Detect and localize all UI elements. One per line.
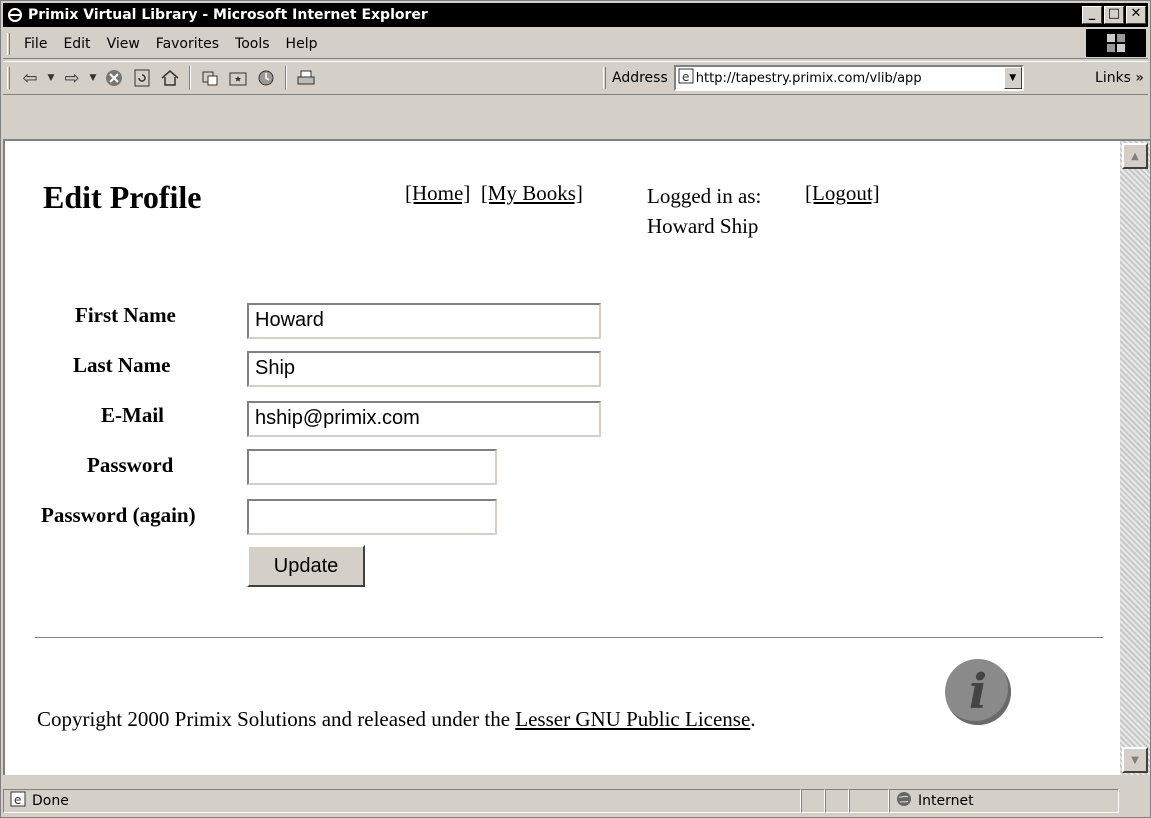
print-icon[interactable] <box>292 65 320 91</box>
favorites-icon[interactable] <box>224 65 252 91</box>
nav-links: [Home] [My Books] <box>405 181 583 206</box>
email-input[interactable]: hship@primix.com <box>247 401 601 437</box>
logged-in-info: Logged in as: Howard Ship <box>647 181 761 241</box>
status-pane: e Done <box>3 789 801 813</box>
address-grip[interactable] <box>603 67 606 89</box>
address-url[interactable]: http://tapestry.primix.com/vlib/app <box>696 71 1004 86</box>
my-books-link[interactable]: [My Books] <box>481 181 583 205</box>
toolbar-separator <box>189 66 191 90</box>
toolbar-grip[interactable] <box>7 67 10 89</box>
home-link[interactable]: [Home] <box>405 181 470 205</box>
page-content: Edit Profile [Home] [My Books] Logged in… <box>3 139 1120 775</box>
stop-icon[interactable] <box>100 65 128 91</box>
links-button[interactable]: Links » <box>1095 70 1144 86</box>
zone-pane: Internet <box>889 789 1119 813</box>
globe-icon <box>896 791 912 811</box>
browser-window: Primix Virtual Library - Microsoft Inter… <box>0 0 1151 818</box>
status-text: Done <box>32 793 69 809</box>
page-icon: e <box>10 791 26 811</box>
logout-link[interactable]: [Logout] <box>805 181 880 205</box>
scroll-up-icon[interactable]: ▲ <box>1122 143 1148 169</box>
copyright-text: Copyright 2000 Primix Solutions and rele… <box>37 707 511 731</box>
footer-period: . <box>750 707 756 731</box>
last-name-input[interactable]: Ship <box>247 351 601 387</box>
status-bar: e Done Internet <box>3 787 1150 815</box>
password-label: Password <box>87 453 174 477</box>
standard-toolbar: ⇦ ▼ ⇨ ▼ Address e http://tapestry.primix… <box>3 61 1148 95</box>
toolbar-separator <box>285 66 287 90</box>
logged-in-label: Logged in as: <box>647 184 762 208</box>
address-input[interactable]: e http://tapestry.primix.com/vlib/app ▼ <box>673 65 1024 91</box>
status-pane-empty <box>825 789 849 813</box>
title-bar[interactable]: Primix Virtual Library - Microsoft Inter… <box>3 3 1148 27</box>
update-button[interactable]: Update <box>247 545 365 587</box>
history-icon[interactable] <box>252 65 280 91</box>
menu-help[interactable]: Help <box>278 34 326 54</box>
menu-bar: File Edit View Favorites Tools Help <box>3 29 1148 59</box>
license-link[interactable]: Lesser GNU Public License <box>515 707 750 731</box>
zone-text: Internet <box>918 793 974 809</box>
windows-logo-icon <box>1086 29 1146 57</box>
search-icon[interactable] <box>196 65 224 91</box>
password-input[interactable] <box>247 449 497 485</box>
window-title: Primix Virtual Library - Microsoft Inter… <box>28 7 428 23</box>
ie-icon <box>6 6 24 24</box>
minimize-button[interactable]: _ <box>1082 6 1102 24</box>
menu-edit[interactable]: Edit <box>55 34 98 54</box>
logout-link-wrap: [Logout] <box>805 181 880 206</box>
menu-grip[interactable] <box>7 32 10 55</box>
back-arrow-icon[interactable]: ⇦ <box>16 65 44 91</box>
svg-text:e: e <box>14 793 21 807</box>
info-icon[interactable]: i <box>945 659 1011 725</box>
menu-favorites[interactable]: Favorites <box>148 34 227 54</box>
forward-arrow-icon[interactable]: ⇨ <box>58 65 86 91</box>
address-dropdown-icon[interactable]: ▼ <box>1003 67 1022 89</box>
page-title: Edit Profile <box>43 179 202 215</box>
back-dropdown-icon[interactable]: ▼ <box>44 65 58 91</box>
menu-view[interactable]: View <box>99 34 148 54</box>
forward-dropdown-icon[interactable]: ▼ <box>86 65 100 91</box>
svg-text:e: e <box>682 70 689 84</box>
close-button[interactable]: ✕ <box>1126 6 1146 24</box>
address-bar: Address e http://tapestry.primix.com/vli… <box>599 64 1024 92</box>
vertical-scrollbar[interactable]: ▲ ▼ <box>1120 139 1150 775</box>
password-again-input[interactable] <box>247 499 497 535</box>
home-icon[interactable] <box>156 65 184 91</box>
maximize-button[interactable]: □ <box>1104 6 1124 24</box>
menu-tools[interactable]: Tools <box>227 34 278 54</box>
status-pane-empty <box>801 789 825 813</box>
password-again-label: Password (again) <box>41 503 196 527</box>
first-name-input[interactable]: Howard <box>247 303 601 339</box>
last-name-label: Last Name <box>73 353 171 377</box>
address-label: Address <box>612 70 668 86</box>
user-name: Howard Ship <box>647 214 759 238</box>
menu-file[interactable]: File <box>16 34 55 54</box>
refresh-icon[interactable] <box>128 65 156 91</box>
divider <box>35 637 1103 639</box>
scroll-down-icon[interactable]: ▼ <box>1122 747 1148 773</box>
first-name-label: First Name <box>75 303 176 327</box>
page-icon: e <box>676 68 696 88</box>
status-pane-empty <box>849 789 889 813</box>
footer: Copyright 2000 Primix Solutions and rele… <box>37 707 756 732</box>
email-label: E-Mail <box>101 403 164 427</box>
